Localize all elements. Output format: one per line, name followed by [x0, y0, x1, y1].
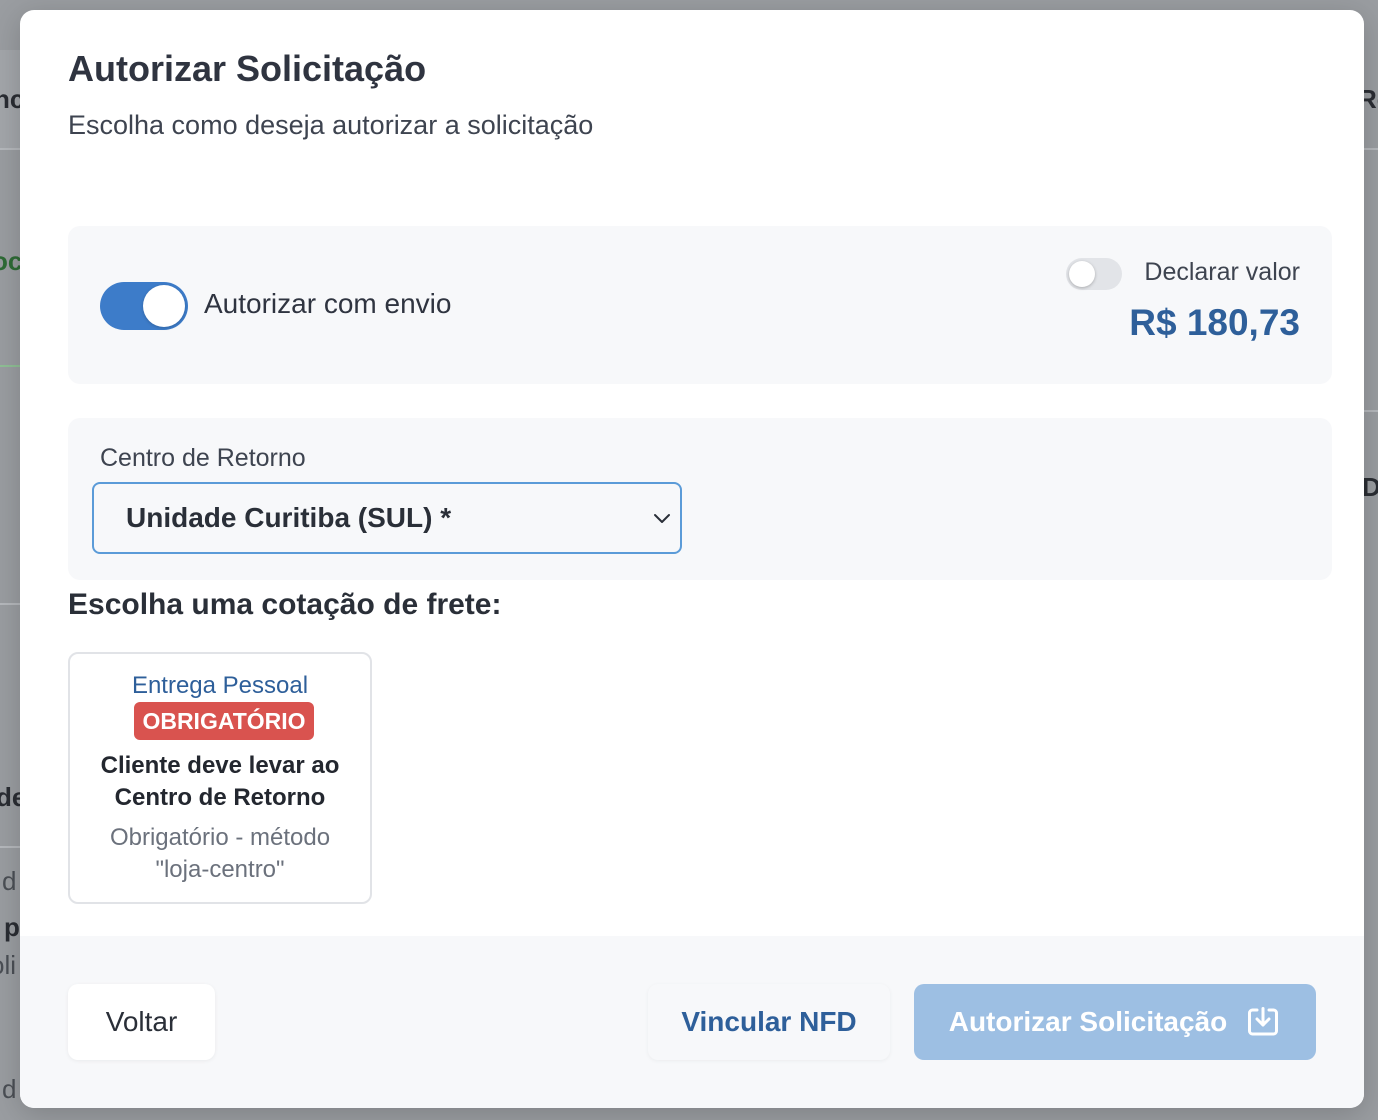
return-center-label: Centro de Retorno — [100, 444, 306, 472]
background-text-fragment: oc — [0, 246, 23, 276]
background-text-fragment: p — [4, 912, 20, 942]
modal-title: Autorizar Solicitação — [68, 48, 427, 89]
link-nfd-button[interactable]: Vincular NFD — [648, 984, 890, 1060]
toggle-knob — [1069, 261, 1095, 287]
download-tray-icon — [1248, 1007, 1279, 1036]
background-divider — [1364, 410, 1378, 412]
declare-value-label: Declarar valor — [1144, 258, 1300, 286]
chevron-down-icon — [654, 514, 670, 523]
return-center-selected-value: Unidade Curitiba (SUL) * — [126, 502, 452, 533]
authorize-request-button[interactable]: Autorizar Solicitação — [914, 984, 1316, 1060]
background-text-fragment: d — [2, 866, 17, 896]
background-divider — [1364, 148, 1378, 150]
declared-amount: R$ 180,73 — [1129, 302, 1300, 343]
modal-subtitle: Escolha como deseja autorizar a solicita… — [68, 110, 594, 140]
back-button[interactable]: Voltar — [68, 984, 215, 1060]
background-divider — [0, 603, 20, 605]
quote-description: Cliente deve levar ao Centro de Retorno — [100, 752, 340, 811]
quote-method-note: Obrigatório - método "loja-centro" — [109, 824, 331, 883]
authorize-with-shipping-label: Autorizar com envio — [204, 288, 452, 319]
return-center-select[interactable]: Unidade Curitiba (SUL) * — [92, 482, 682, 554]
background-text-fragment: D — [1362, 472, 1378, 502]
return-center-card: Centro de Retorno Unidade Curitiba (SUL)… — [68, 418, 1332, 580]
background-text-fragment: oli — [0, 950, 17, 980]
freight-quote-heading: Escolha uma cotação de frete: — [68, 588, 502, 621]
background-divider — [0, 148, 20, 150]
background-text-fragment: d — [2, 1074, 17, 1104]
authorize-request-button-label: Autorizar Solicitação — [948, 1006, 1228, 1037]
authorize-request-modal: Autorizar Solicitação Escolha como desej… — [20, 10, 1364, 1108]
authorization-options-card: Autorizar com envio Declarar valor R$ 18… — [68, 226, 1332, 384]
freight-quote-card[interactable]: Entrega Pessoal OBRIGATÓRIO Cliente deve… — [68, 652, 372, 904]
background-divider — [0, 846, 20, 848]
modal-footer: Voltar Vincular NFD Autorizar Solicitaçã… — [20, 936, 1364, 1108]
required-badge: OBRIGATÓRIO — [134, 702, 314, 740]
declare-value-toggle[interactable] — [1066, 258, 1122, 290]
authorize-with-shipping-toggle[interactable] — [100, 282, 188, 330]
background-divider — [0, 365, 20, 367]
toggle-knob — [143, 285, 185, 327]
quote-carrier-name: Entrega Pessoal — [131, 672, 309, 699]
